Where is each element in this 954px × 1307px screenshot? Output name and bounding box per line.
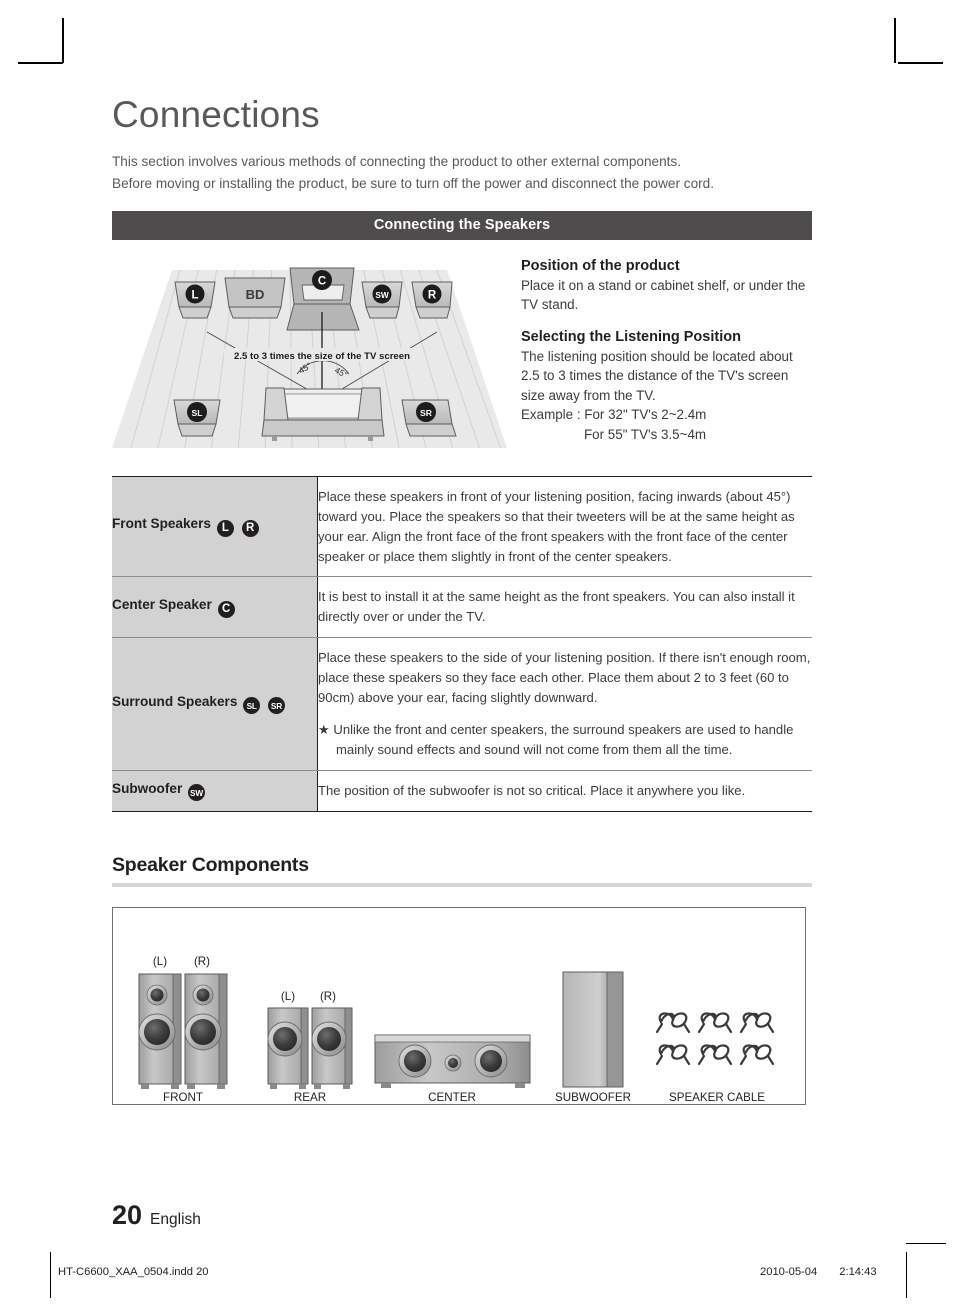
page-number: 20	[112, 1200, 143, 1230]
svg-text:L: L	[191, 289, 198, 301]
svg-text:SL: SL	[192, 408, 203, 418]
speaker-components-box: (L) (R) FRONT (L) (R) REAR CENTER SUBWOO…	[112, 907, 806, 1106]
component-speaker-cables	[655, 1012, 775, 1066]
note-subtext: mainly sound effects and sound will not …	[336, 741, 733, 757]
room-layout-diagram: L BD C SW R 45° 45° 2.5 to 3 times the s…	[112, 252, 507, 452]
row-desc-subwoofer: The position of the subwoofer is not so …	[318, 770, 813, 812]
row-label-subwoofer: Subwoofer SW	[112, 770, 318, 812]
diagram-speaker-left: L	[174, 281, 216, 319]
front-caption: FRONT	[163, 1091, 203, 1104]
position-heading: Position of the product	[521, 257, 680, 274]
section-header-bar: Connecting the Speakers	[112, 210, 812, 240]
manual-page: Connections This section involves variou…	[0, 0, 954, 1307]
table-row: Front Speakers L R Place these speakers …	[112, 476, 812, 578]
subwoofer-caption: SUBWOOFER	[555, 1091, 631, 1104]
desc-text: Place these speakers to the side of your…	[318, 650, 811, 705]
diagram-surround-right: SR	[401, 399, 457, 437]
row-desc-center-speaker: It is best to install it at the same hei…	[317, 576, 812, 639]
svg-text:SW: SW	[375, 290, 389, 300]
intro-line-1: This section involves various methods of…	[112, 153, 681, 169]
component-subwoofer: SUBWOOFER	[555, 971, 631, 1104]
listening-body: The listening position should be located…	[521, 348, 793, 403]
svg-text:R: R	[428, 289, 437, 301]
table-row: Subwoofer SW The position of the subwoof…	[112, 770, 812, 812]
svg-text:C: C	[318, 275, 326, 287]
svg-text:BD: BD	[246, 287, 265, 302]
footer-rule-horizontal-right	[906, 1243, 946, 1245]
badge-center-icon: C	[217, 600, 235, 618]
svg-text:SR: SR	[420, 408, 433, 418]
row-desc-front-speakers: Place these speakers in front of your li…	[317, 476, 812, 578]
diagram-sofa	[261, 387, 385, 441]
front-left-channel: (L)	[153, 955, 167, 968]
label-text: Center Speaker	[112, 597, 212, 613]
row-desc-surround-speakers: Place these speakers to the side of your…	[317, 637, 812, 771]
diagram-tv-center: C	[286, 267, 360, 331]
diagram-speaker-right: R	[411, 281, 453, 319]
badge-surround-right-icon: SR	[267, 697, 285, 715]
component-front-speakers: (L) (R) FRONT	[138, 955, 228, 1104]
page-language: English	[150, 1211, 201, 1228]
footer-timestamp: 2010-05-04 2:14:43	[760, 1266, 877, 1278]
positioning-notes: Position of the product Place it on a st…	[507, 252, 812, 444]
desc-text: The position of the subwoofer is not so …	[318, 782, 746, 798]
footer-date: 2010-05-04	[760, 1266, 818, 1278]
table-row: Surround Speakers SL SR Place these spea…	[112, 637, 812, 771]
heading-rule	[112, 883, 812, 888]
page-title: Connections	[112, 94, 320, 135]
badge-surround-left-icon: SL	[243, 697, 261, 715]
desc-text: Place these speakers in front of your li…	[318, 488, 795, 564]
diagram-distance-caption: 2.5 to 3 times the size of the TV screen	[234, 351, 410, 362]
speaker-components-heading: Speaker Components	[112, 854, 309, 877]
listening-heading: Selecting the Listening Position	[521, 328, 741, 345]
badge-subwoofer-icon: SW	[188, 784, 206, 802]
footer-rule-vertical-left	[50, 1252, 52, 1298]
desc-note: ★ Unlike the front and center speakers, …	[318, 720, 812, 760]
component-rear-speakers: (L) (R) REAR	[267, 990, 353, 1104]
crop-mark-top-left-horizontal	[18, 62, 63, 64]
badge-left-icon: L	[216, 519, 234, 537]
label-text: Front Speakers	[112, 516, 211, 532]
diagram-and-notes: L BD C SW R 45° 45° 2.5 to 3 times the s…	[112, 252, 812, 452]
table-row: Center Speaker C It is best to install i…	[112, 576, 812, 639]
page-content: Connections This section involves variou…	[112, 94, 812, 1106]
footer-rule-vertical-right	[906, 1252, 908, 1298]
label-text: Subwoofer	[112, 780, 183, 796]
center-caption: CENTER	[428, 1091, 476, 1104]
footer-time: 2:14:43	[839, 1266, 877, 1278]
rear-right-channel: (R)	[320, 990, 336, 1003]
speaker-cable-caption: SPEAKER CABLE	[669, 1091, 765, 1104]
crop-mark-top-right-horizontal	[898, 62, 943, 64]
diagram-bd-player: BD	[224, 277, 286, 319]
listening-example-2: For 55" TV's 3.5~4m	[584, 426, 707, 442]
crop-mark-top-right-vertical	[894, 18, 896, 63]
intro-paragraph: This section involves various methods of…	[112, 151, 812, 195]
diagram-surround-left: SL	[173, 399, 221, 437]
footer-filename: HT-C6600_XAA_0504.indd 20	[58, 1266, 209, 1278]
row-label-front-speakers: Front Speakers L R	[112, 476, 318, 578]
row-label-center-speaker: Center Speaker C	[112, 576, 318, 639]
desc-text: It is best to install it at the same hei…	[318, 589, 795, 625]
note-text: ★ Unlike the front and center speakers, …	[318, 721, 794, 737]
page-number-block: 20 English	[112, 1200, 201, 1231]
row-label-surround-speakers: Surround Speakers SL SR	[112, 637, 318, 771]
component-center-speaker: CENTER	[374, 1034, 531, 1104]
front-right-channel: (R)	[194, 955, 210, 968]
crop-mark-top-left-vertical	[62, 18, 64, 63]
badge-right-icon: R	[241, 519, 259, 537]
speaker-placement-table: Front Speakers L R Place these speakers …	[112, 475, 812, 813]
label-text: Surround Speakers	[112, 693, 238, 709]
position-body: Place it on a stand or cabinet shelf, or…	[521, 277, 806, 313]
intro-line-2: Before moving or installing the product,…	[112, 175, 715, 191]
listening-example-1: Example : For 32" TV's 2~2.4m	[521, 407, 707, 423]
rear-left-channel: (L)	[281, 990, 295, 1003]
diagram-subwoofer: SW	[361, 281, 403, 319]
rear-caption: REAR	[294, 1091, 326, 1104]
